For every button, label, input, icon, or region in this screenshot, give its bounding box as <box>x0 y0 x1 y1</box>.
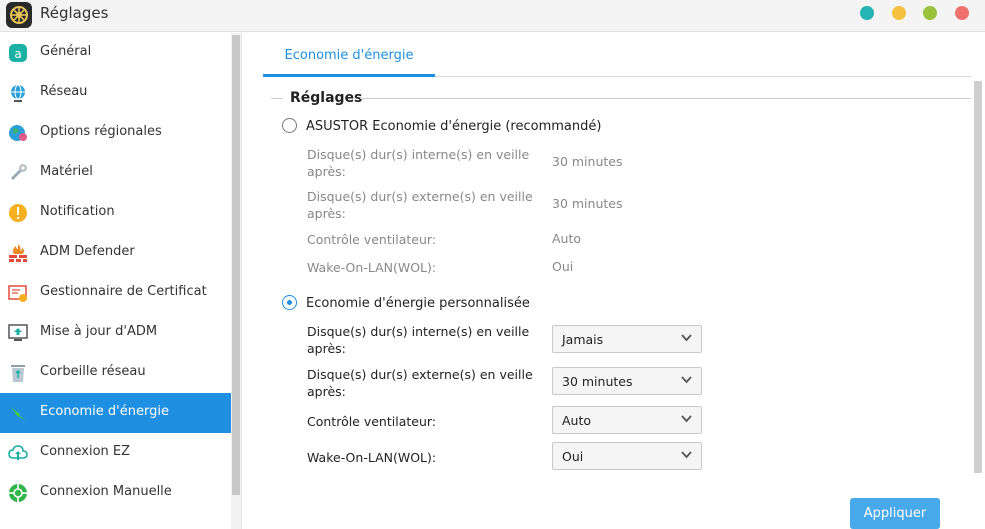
select-value: Jamais <box>562 332 604 347</box>
sidebar-item-label: Economie d'énergie <box>40 404 169 419</box>
preset-internal-label: Disque(s) dur(s) interne(s) en veille ap… <box>307 147 530 179</box>
sidebar-scrollbar[interactable] <box>231 33 241 529</box>
regional-globe-icon <box>8 123 28 143</box>
external-disk-sleep-select[interactable]: 30 minutes <box>552 367 702 395</box>
window-btn-teal[interactable] <box>860 6 874 20</box>
sidebar-item-manual-connect[interactable]: Connexion Manuelle <box>0 473 231 513</box>
sidebar-item-adm-update[interactable]: Mise à jour d'ADM <box>0 313 231 353</box>
fieldset-border-right <box>360 98 971 99</box>
sidebar-item-label: Connexion Manuelle <box>40 484 172 499</box>
fieldset-legend: Réglages <box>290 90 363 106</box>
preset-wol-label: Wake-On-LAN(WOL): <box>307 260 437 275</box>
preset-fan-value: Auto <box>552 231 582 246</box>
wol-select[interactable]: Oui <box>552 442 702 470</box>
select-value: Oui <box>562 449 584 464</box>
preset-external-value: 30 minutes <box>552 196 623 211</box>
chevron-down-icon <box>681 376 692 384</box>
sidebar-item-regional[interactable]: Options régionales <box>0 113 231 153</box>
sidebar-item-adm-defender[interactable]: ADM Defender <box>0 233 231 273</box>
tab-label: Economie d'énergie <box>284 48 414 63</box>
sidebar-item-hardware[interactable]: Matériel <box>0 153 231 193</box>
chevron-down-icon <box>681 334 692 342</box>
internal-disk-sleep-select[interactable]: Jamais <box>552 325 702 353</box>
custom-wol-label: Wake-On-LAN(WOL): <box>307 450 437 465</box>
main-panel: Economie d'énergie Réglages ASUSTOR Econ… <box>243 33 985 529</box>
certificate-icon <box>8 283 28 303</box>
sidebar-scrollbar-thumb[interactable] <box>232 35 240 495</box>
window-btn-green[interactable] <box>923 6 937 20</box>
sidebar-item-general[interactable]: a Général <box>0 33 231 73</box>
preset-option-label[interactable]: ASUSTOR Economie d'énergie (recommandé) <box>306 119 601 134</box>
apply-button[interactable]: Appliquer <box>850 498 940 529</box>
sidebar-item-energy-saving[interactable]: Economie d'énergie <box>0 393 231 433</box>
recycle-bin-icon <box>8 363 28 383</box>
sidebar-item-label: Mise à jour d'ADM <box>40 324 158 339</box>
sidebar-item-label: Corbeille réseau <box>40 364 146 379</box>
window-btn-yellow[interactable] <box>892 6 906 20</box>
firewall-icon <box>8 243 28 263</box>
sidebar: a Général Réseau Options régionales Maté… <box>0 33 242 529</box>
sidebar-item-certificate[interactable]: Gestionnaire de Certificat <box>0 273 231 313</box>
preset-internal-value: 30 minutes <box>552 154 623 169</box>
update-icon <box>8 323 28 343</box>
select-value: Auto <box>562 413 592 428</box>
window-btn-red[interactable] <box>955 6 969 20</box>
custom-internal-label: Disque(s) dur(s) interne(s) en veille ap… <box>307 324 530 356</box>
preset-radio[interactable] <box>282 118 297 133</box>
energy-bolt-icon <box>8 403 28 423</box>
preset-wol-value: Oui <box>552 259 574 274</box>
settings-app-icon <box>6 2 32 28</box>
sidebar-item-label: Réseau <box>40 84 88 99</box>
chevron-down-icon <box>681 451 692 459</box>
sidebar-item-label: ADM Defender <box>40 244 135 259</box>
sidebar-item-label: Notification <box>40 204 115 219</box>
sidebar-item-notification[interactable]: Notification <box>0 193 231 233</box>
title-bar: Réglages <box>0 0 985 32</box>
sidebar-item-label: Gestionnaire de Certificat <box>40 284 207 299</box>
cloud-connect-icon <box>8 443 28 463</box>
sidebar-item-network[interactable]: Réseau <box>0 73 231 113</box>
fan-control-select[interactable]: Auto <box>552 406 702 434</box>
tab-bar: Economie d'énergie <box>263 33 971 77</box>
custom-external-label: Disque(s) dur(s) externe(s) en veille ap… <box>307 367 533 399</box>
notification-alert-icon <box>8 203 28 223</box>
preset-external-label: Disque(s) dur(s) externe(s) en veille ap… <box>307 189 533 221</box>
fieldset-border-left <box>271 98 283 99</box>
custom-radio[interactable] <box>282 295 297 310</box>
sidebar-item-label: Matériel <box>40 164 93 179</box>
sidebar-item-label: Connexion EZ <box>40 444 131 459</box>
select-value: 30 minutes <box>562 374 633 389</box>
general-icon: a <box>8 43 28 63</box>
network-globe-icon <box>8 83 28 103</box>
svg-text:a: a <box>14 47 21 61</box>
manual-connect-icon <box>8 483 28 503</box>
hardware-wrench-icon <box>8 163 28 183</box>
main-scrollbar[interactable] <box>974 81 982 473</box>
tab-energy-saving[interactable]: Economie d'énergie <box>263 33 435 77</box>
sidebar-item-ez-connect[interactable]: Connexion EZ <box>0 433 231 473</box>
window-title: Réglages <box>40 4 109 22</box>
sidebar-item-label: Général <box>40 44 92 59</box>
sidebar-item-label: Options régionales <box>40 124 162 139</box>
custom-option-label[interactable]: Economie d'énergie personnalisée <box>306 296 530 311</box>
sidebar-item-network-recycle-bin[interactable]: Corbeille réseau <box>0 353 231 393</box>
chevron-down-icon <box>681 415 692 423</box>
preset-fan-label: Contrôle ventilateur: <box>307 232 437 247</box>
custom-fan-label: Contrôle ventilateur: <box>307 414 437 429</box>
